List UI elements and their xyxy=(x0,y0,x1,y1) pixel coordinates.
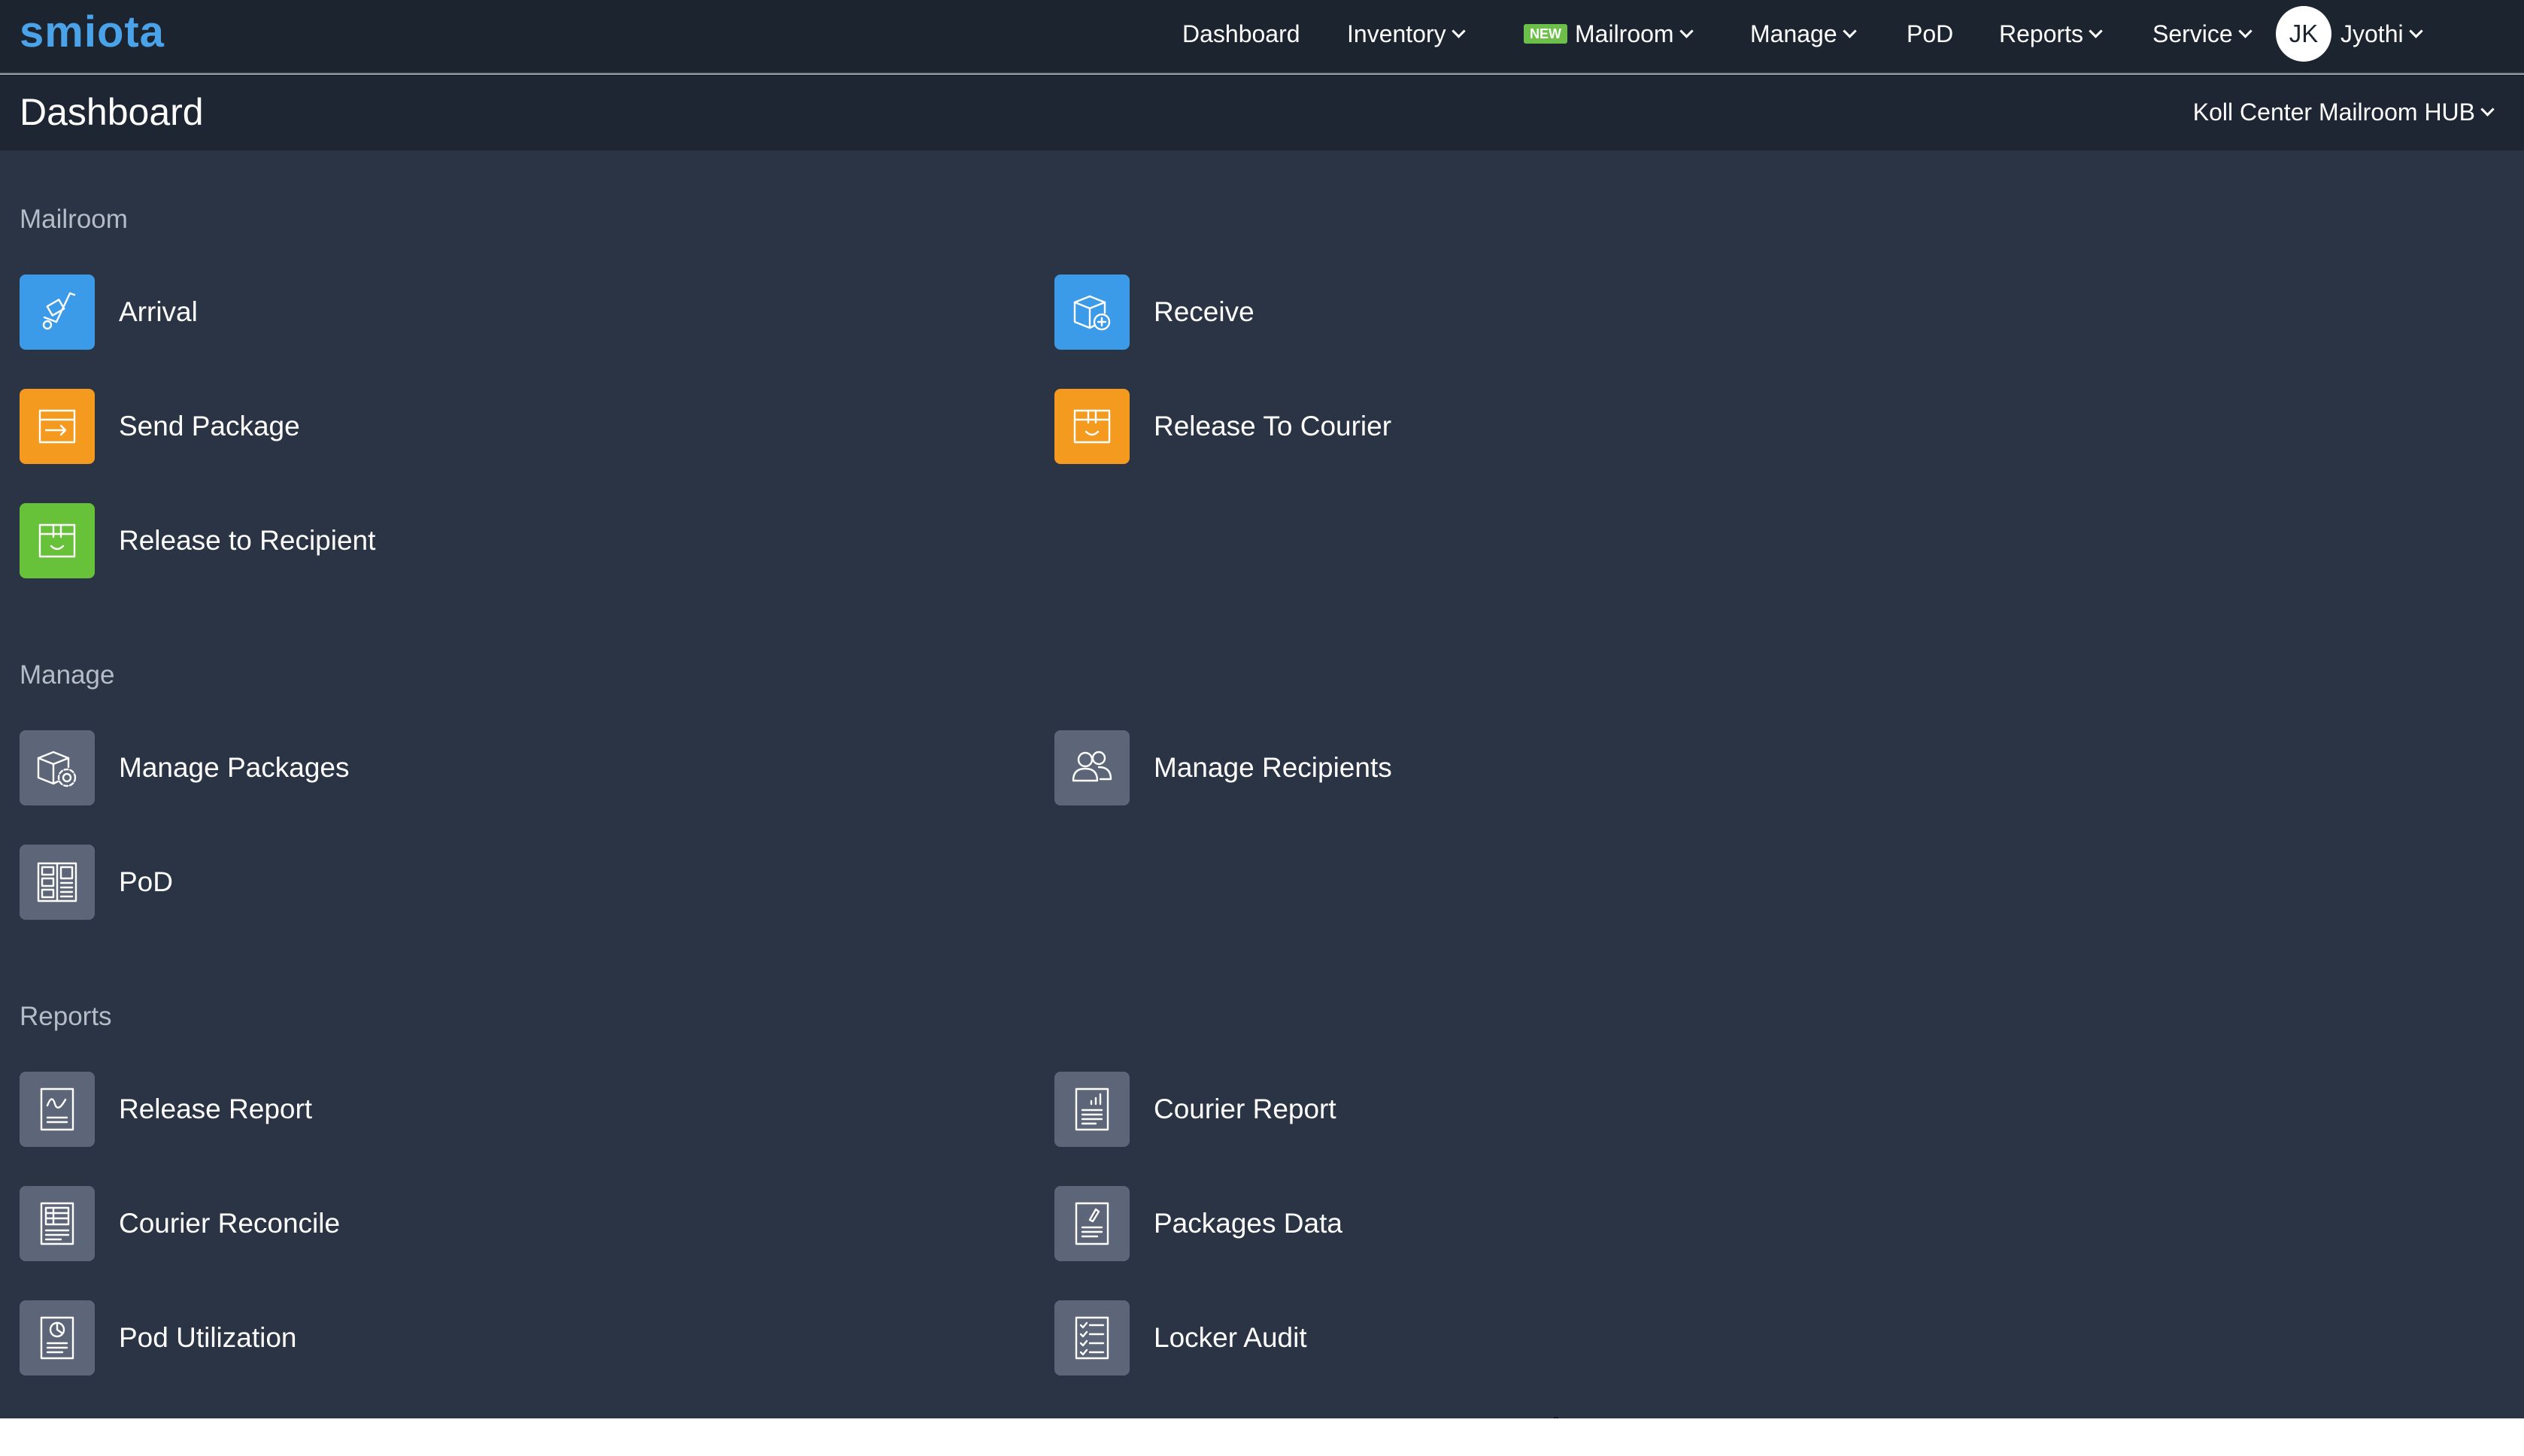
chevron-down-icon xyxy=(2089,23,2103,38)
chevron-down-icon xyxy=(1842,23,1857,38)
tile-label: Manage Recipients xyxy=(1154,752,1392,783)
tile-label: Packages Data xyxy=(1154,1208,1342,1239)
chevron-down-icon xyxy=(2480,102,2495,117)
tile-release-to-recipient[interactable]: Release to Recipient xyxy=(20,503,375,578)
nav-reports[interactable]: Reports xyxy=(1999,0,2103,68)
new-badge: NEW xyxy=(1524,24,1567,44)
chevron-down-icon xyxy=(2408,23,2423,38)
page-title: Dashboard xyxy=(20,91,204,133)
tile-send-package[interactable]: Send Package xyxy=(20,389,300,464)
chevron-down-icon xyxy=(2238,23,2252,38)
tile-label: Locker Audit xyxy=(1154,1322,1307,1353)
nav-manage-label: Manage xyxy=(1750,20,1837,47)
tile-pod[interactable]: PoD xyxy=(20,845,173,920)
nav-pod-label: PoD xyxy=(1907,20,1954,47)
tile-release-report[interactable]: Release Report xyxy=(20,1072,312,1147)
report-chart-icon xyxy=(1054,1072,1130,1147)
tile-locker-audit[interactable]: Locker Audit xyxy=(1054,1300,1307,1376)
tile-label: Courier Report xyxy=(1154,1094,1336,1124)
locker-icon xyxy=(20,845,95,920)
page-bottom-strip xyxy=(0,1418,2524,1456)
avatar: JK xyxy=(2276,6,2331,62)
tile-manage-recipients[interactable]: Manage Recipients xyxy=(1054,730,1392,805)
tile-label: PoD xyxy=(119,866,173,897)
nav-inventory-label: Inventory xyxy=(1347,20,1446,47)
box-gear-icon xyxy=(20,730,95,805)
box-add-icon xyxy=(1054,275,1130,350)
location-selector[interactable]: Koll Center Mailroom HUB xyxy=(2192,74,2495,150)
report-pie-icon xyxy=(20,1300,95,1376)
tile-label: Receive xyxy=(1154,296,1254,327)
tile-label: Release To Courier xyxy=(1154,411,1392,441)
user-name: Jyothi xyxy=(2340,20,2404,47)
users-icon xyxy=(1054,730,1130,805)
tile-label: Arrival xyxy=(119,296,198,327)
report-checklist-icon xyxy=(1054,1300,1130,1376)
chevron-down-icon xyxy=(1679,23,1694,38)
box-smile-icon xyxy=(1054,389,1130,464)
tile-label: Send Package xyxy=(119,411,300,441)
tile-label: Manage Packages xyxy=(119,752,350,783)
tile-packages-data[interactable]: Packages Data xyxy=(1054,1186,1342,1261)
nav-dashboard-label: Dashboard xyxy=(1182,20,1300,47)
nav-service[interactable]: Service xyxy=(2152,0,2252,68)
tile-label: Pod Utilization xyxy=(119,1322,297,1353)
tile-courier-report[interactable]: Courier Report xyxy=(1054,1072,1336,1147)
nav-manage[interactable]: Manage xyxy=(1750,0,1857,68)
report-pen-icon xyxy=(1054,1186,1130,1261)
tile-manage-packages[interactable]: Manage Packages xyxy=(20,730,349,805)
location-label: Koll Center Mailroom HUB xyxy=(2192,98,2475,126)
section-title-manage: Manage xyxy=(20,660,115,690)
tile-pod-utilization[interactable]: Pod Utilization xyxy=(20,1300,297,1376)
nav-reports-label: Reports xyxy=(1999,20,2084,47)
tile-label: Courier Reconcile xyxy=(119,1208,341,1239)
section-title-reports: Reports xyxy=(20,1002,112,1031)
hand-truck-icon xyxy=(20,275,95,350)
section-title-mailroom: Mailroom xyxy=(20,205,128,234)
report-signature-icon xyxy=(20,1072,95,1147)
top-navigation-bar: smiota Dashboard Inventory NEW Mailroom … xyxy=(0,0,2524,74)
user-menu[interactable]: JK Jyothi xyxy=(2276,0,2423,68)
dashboard-content: Mailroom Arrival Receive Send Package Re… xyxy=(0,150,2524,1441)
tile-arrival[interactable]: Arrival xyxy=(20,275,198,350)
nav-mailroom[interactable]: NEW Mailroom xyxy=(1524,0,1694,68)
nav-pod[interactable]: PoD xyxy=(1907,0,1953,68)
box-send-icon xyxy=(20,389,95,464)
tile-courier-reconcile[interactable]: Courier Reconcile xyxy=(20,1186,340,1261)
chevron-down-icon xyxy=(1451,23,1466,38)
tile-receive[interactable]: Receive xyxy=(1054,275,1254,350)
tile-label: Release Report xyxy=(119,1094,313,1124)
box-smile-icon xyxy=(20,503,95,578)
nav-dashboard[interactable]: Dashboard xyxy=(1182,0,1300,68)
nav-inventory[interactable]: Inventory xyxy=(1347,0,1466,68)
nav-mailroom-label: Mailroom xyxy=(1575,20,1674,47)
tile-label: Release to Recipient xyxy=(119,525,376,556)
nav-service-label: Service xyxy=(2152,20,2233,47)
smiota-logo[interactable]: smiota xyxy=(20,6,165,59)
report-table-icon xyxy=(20,1186,95,1261)
page-header: Dashboard Koll Center Mailroom HUB xyxy=(0,74,2524,150)
tile-release-to-courier[interactable]: Release To Courier xyxy=(1054,389,1391,464)
